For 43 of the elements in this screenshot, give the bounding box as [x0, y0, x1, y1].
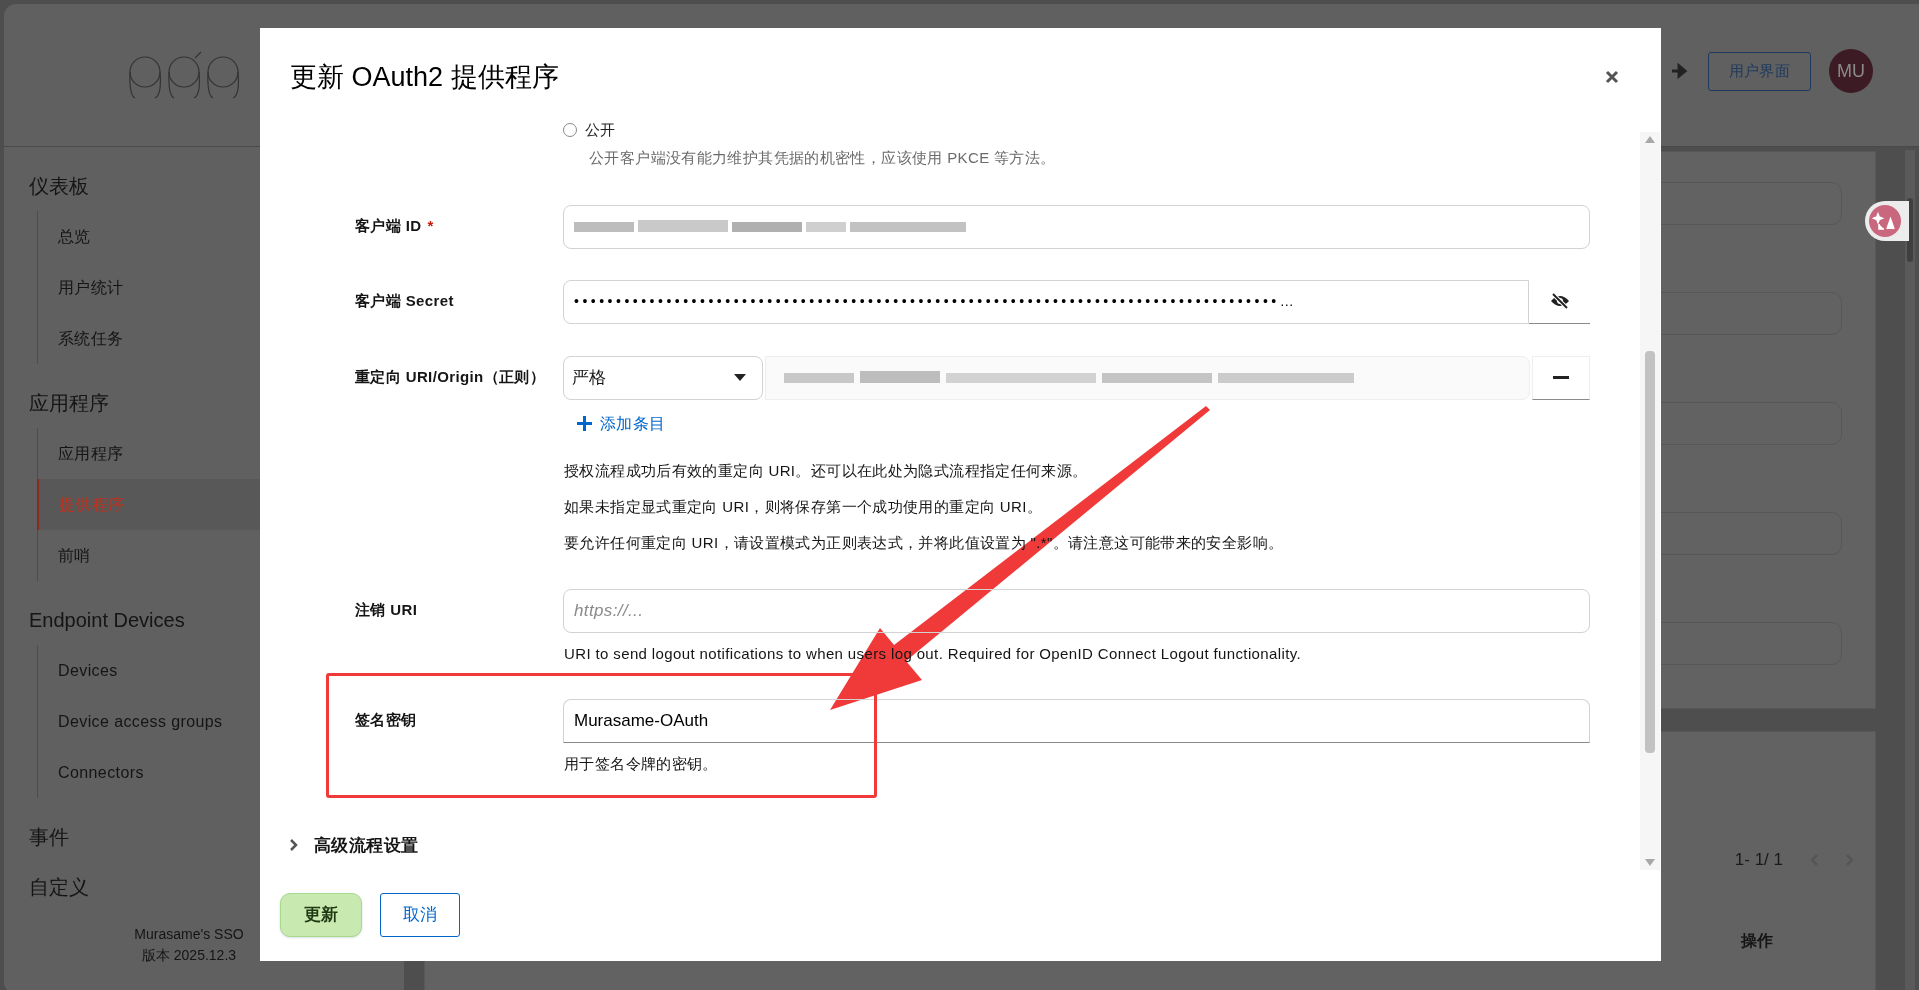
password-field[interactable]: ••••••••••••••••••••••••••••••••••••••••••••••••••••••••••••••••••••••••••••••••••••…	[563, 279, 1529, 324]
translate-button[interactable]	[1865, 201, 1909, 241]
logout-icon[interactable]	[1669, 63, 1690, 79]
eye-slash-icon	[1549, 293, 1570, 309]
dialog-title: 更新 OAuth2 提供程序	[290, 60, 559, 94]
input-field[interactable]: https://...	[563, 588, 1590, 633]
select-dropdown[interactable]: 严格	[563, 355, 763, 400]
update-button[interactable]: 更新	[280, 892, 362, 937]
input-field[interactable]	[563, 204, 1590, 249]
field-label: 客户端 ID	[355, 215, 422, 236]
field-label: 重定向 URI/Origin（正则）	[355, 366, 547, 387]
field-label: 签名密钥	[355, 709, 418, 730]
help-text: 如果未指定显式重定向 URI，则将保存第一个成功使用的重定向 URI。	[564, 496, 1044, 517]
column-header: 操作	[1741, 930, 1773, 951]
scroll-down-icon[interactable]	[1645, 859, 1655, 866]
user-interface-button[interactable]: 用户界面	[1707, 51, 1811, 91]
scrollbar[interactable]	[1640, 132, 1660, 870]
close-icon[interactable]	[1605, 70, 1619, 84]
plus-icon	[577, 416, 592, 431]
field-label: 注销 URI	[355, 599, 419, 620]
chevron-right-icon	[290, 839, 298, 852]
minus-icon	[1553, 376, 1569, 379]
pagination-text: 1- 1/ 1	[1734, 849, 1783, 871]
remove-button[interactable]	[1532, 355, 1590, 400]
advanced-settings-toggle[interactable]: 高级流程设置	[290, 832, 419, 858]
help-text: 授权流程成功后有效的重定向 URI。还可以在此处为隐式流程指定任何来源。	[564, 460, 1089, 481]
scrollbar-thumb[interactable]	[1645, 351, 1655, 753]
cancel-button[interactable]: 取消	[380, 892, 460, 937]
translate-icon	[1869, 205, 1901, 237]
help-text: 要允许任何重定向 URI，请设置模式为正则表达式，并将此值设置为 ".*"。请注意这可能带来的安全影响。	[564, 532, 1285, 553]
version-text: 版本 2025.12.3	[141, 946, 237, 965]
version-text: Murasame's SSO	[134, 925, 244, 944]
avatar[interactable]: MU	[1829, 49, 1873, 93]
caret-icon	[734, 374, 746, 381]
radio-label: 公开	[585, 119, 616, 140]
required-asterisk: *	[427, 215, 434, 236]
scroll-up-icon[interactable]	[1645, 136, 1655, 143]
input-field[interactable]: Murasame-OAuth	[563, 698, 1590, 743]
scrollbar[interactable]	[1905, 150, 1915, 990]
help-text: 公开客户端没有能力维护其凭据的机密性，应该使用 PKCE 等方法。	[588, 148, 1057, 168]
help-text: 用于签名令牌的密钥。	[564, 753, 719, 774]
field-label: 客户端 Secret	[355, 290, 455, 311]
add-entry-link[interactable]: 添加条目	[577, 411, 666, 436]
